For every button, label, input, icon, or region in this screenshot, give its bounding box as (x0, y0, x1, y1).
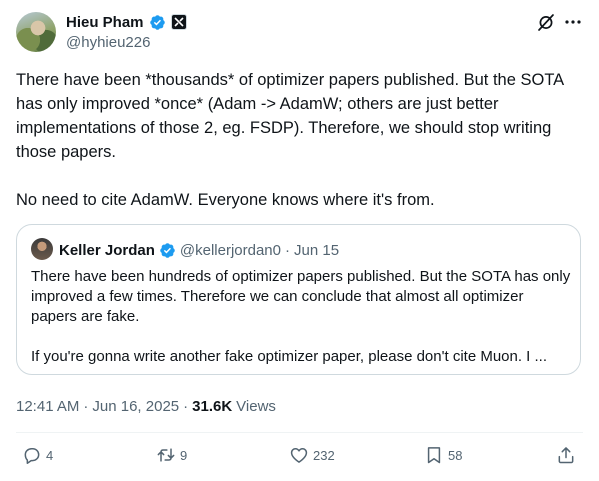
quoted-tweet[interactable]: Keller Jordan @kellerjordan0 · Jun 15 Th… (16, 224, 581, 375)
reply-icon (24, 448, 40, 464)
like-count: 232 (313, 447, 335, 463)
more-icon[interactable] (563, 12, 583, 32)
views-label: Views (236, 398, 276, 415)
bookmark-count: 58 (448, 447, 463, 463)
separator-dot: · (183, 398, 189, 415)
share-button[interactable] (556, 445, 576, 465)
quoted-paragraph: There have been hundreds of optimizer pa… (31, 268, 571, 325)
quoted-author-avatar[interactable] (31, 238, 53, 260)
tweet-meta: 12:41 AM · Jun 16, 2025 · 31.6K Views (16, 398, 276, 415)
author-display-name[interactable]: Hieu Pham (66, 14, 144, 31)
repost-button[interactable]: 9 (156, 445, 187, 465)
author-handle[interactable]: @hyhieu226 (66, 34, 150, 51)
tweet-date[interactable]: Jun 16, 2025 (92, 398, 179, 415)
verified-badge-icon (160, 242, 175, 258)
tweet-time[interactable]: 12:41 AM (16, 398, 79, 415)
tweet-paragraph: There have been *thousands* of optimizer… (16, 71, 564, 161)
quoted-tweet-date[interactable]: Jun 15 (294, 242, 339, 259)
x-ai-affiliation-icon[interactable] (170, 14, 187, 30)
verified-badge-icon (149, 14, 165, 30)
quoted-tweet-header: Keller Jordan @kellerjordan0 · Jun 15 (59, 240, 339, 260)
repost-count: 9 (180, 447, 188, 463)
quoted-paragraph: If you're gonna write another fake optim… (31, 348, 548, 365)
repost-icon (157, 448, 175, 462)
bookmark-icon (427, 447, 441, 464)
author-name-row: Hieu Pham (66, 12, 187, 32)
separator-dot: · (83, 398, 89, 415)
heart-icon (290, 448, 308, 463)
tweet-paragraph: No need to cite AdamW. Everyone knows wh… (16, 191, 435, 209)
quoted-author-name[interactable]: Keller Jordan (59, 242, 155, 259)
reply-count: 4 (46, 447, 54, 463)
bookmark-button[interactable]: 58 (424, 445, 462, 465)
quoted-tweet-text: There have been hundreds of optimizer pa… (31, 267, 571, 367)
like-button[interactable]: 232 (289, 445, 335, 465)
grok-icon[interactable] (536, 12, 556, 32)
tweet-text: There have been *thousands* of optimizer… (16, 68, 586, 212)
author-avatar[interactable] (16, 12, 56, 52)
reply-button[interactable]: 4 (22, 445, 53, 465)
tweet: Hieu Pham @hyhieu226 There have been *th… (0, 0, 599, 481)
separator-dot: · (285, 241, 290, 259)
divider (16, 432, 583, 433)
quoted-author-handle[interactable]: @kellerjordan0 (180, 242, 281, 259)
action-bar: 4 9 232 58 (0, 445, 599, 469)
share-icon (558, 447, 574, 464)
views-count: 31.6K (192, 398, 233, 415)
